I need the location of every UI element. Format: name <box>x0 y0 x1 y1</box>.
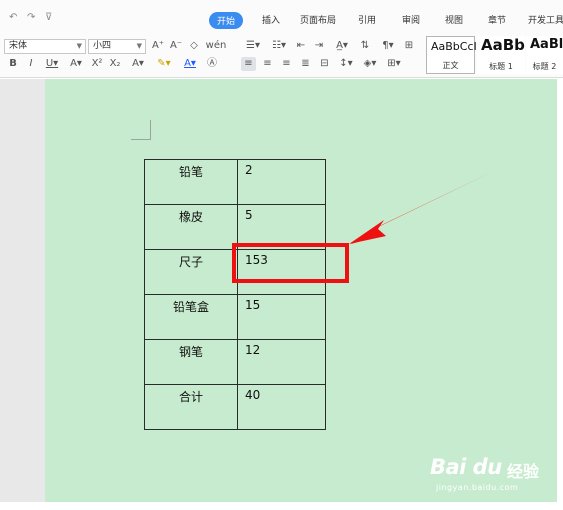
clear-format-icon[interactable]: ◇ <box>187 39 201 53</box>
table-row: 铅笔 2 <box>144 159 326 205</box>
table-cell-item[interactable]: 尺子 <box>144 249 238 295</box>
left-gutter <box>0 79 45 502</box>
tab-review[interactable]: 审阅 <box>402 13 420 26</box>
tab-developer[interactable]: 开发工具 <box>528 13 563 26</box>
table-row: 钢笔 12 <box>144 339 326 385</box>
shading-icon[interactable]: ◈▾ <box>360 57 380 71</box>
style-heading-2[interactable]: AaBl 标题 2 <box>526 36 563 74</box>
font-size-value: 小四 <box>93 41 112 51</box>
decrease-indent-icon[interactable]: ⇤ <box>294 39 308 53</box>
style-heading-1-sample: AaBb <box>481 36 525 54</box>
bullet-list-icon[interactable]: ☰▾ <box>242 39 264 53</box>
undo-icon[interactable]: ↶ <box>9 12 17 23</box>
table-row: 合计 40 <box>144 384 326 430</box>
style-normal-label: 正文 <box>442 61 459 70</box>
watermark-url: jingyan.baidu.com <box>436 483 519 492</box>
align-left-icon[interactable]: ≡ <box>241 57 256 71</box>
font-color-icon[interactable]: A▾ <box>180 57 200 71</box>
highlight-icon[interactable]: ✎▾ <box>154 57 174 71</box>
tab-home[interactable]: 开始 <box>209 12 244 29</box>
table-cell-item[interactable]: 橡皮 <box>144 204 238 250</box>
ribbon-tab-bar: ↶ ↷ ⊽ 开始 插入 页面布局 引用 审阅 视图 章节 开发工具 <box>0 0 563 34</box>
table-cell-qty[interactable]: 2 <box>237 159 326 205</box>
style-heading-1[interactable]: AaBb 标题 1 <box>477 36 525 74</box>
font-family-value: 宋体 <box>9 41 28 51</box>
ribbon-toolbar: 宋体 ▼ 小四 ▼ A⁺ A⁻ ◇ wén B I U▾ A▾ X² X₂ A▾… <box>0 34 563 78</box>
vertical-scrollbar[interactable] <box>557 79 563 502</box>
customize-quick-access-icon[interactable]: ⊽ <box>45 12 52 23</box>
redo-icon[interactable]: ↷ <box>27 12 35 23</box>
tab-insert[interactable]: 插入 <box>262 13 280 26</box>
margin-corner-mark <box>131 120 151 140</box>
watermark-logo: Bai du <box>430 455 502 479</box>
numbered-list-icon[interactable]: ☷▾ <box>268 39 290 53</box>
watermark-logo-cn: 经验 <box>507 462 540 481</box>
character-shading-icon[interactable]: Ⓐ <box>205 57 219 71</box>
font-size-select[interactable]: 小四 ▼ <box>88 39 146 54</box>
tab-sections[interactable]: 章节 <box>488 13 506 26</box>
italic-icon[interactable]: I <box>24 57 38 71</box>
style-gallery: AaBbCcI 正文 AaBb 标题 1 AaBl 标题 2 <box>426 36 563 76</box>
increase-indent-icon[interactable]: ⇥ <box>312 39 326 53</box>
table-cell-qty[interactable]: 40 <box>237 384 326 430</box>
superscript-icon[interactable]: X² <box>90 57 104 71</box>
tab-view[interactable]: 视图 <box>445 13 463 26</box>
wps-writer-window: ↶ ↷ ⊽ 开始 插入 页面布局 引用 审阅 视图 章节 开发工具 宋体 ▼ 小… <box>0 0 563 510</box>
style-heading-2-sample: AaBl <box>530 37 563 52</box>
distributed-icon[interactable]: ⊟ <box>317 57 332 71</box>
shrink-font-icon[interactable]: A⁻ <box>169 39 183 53</box>
phonetic-guide-icon[interactable]: wén <box>205 39 227 53</box>
bold-icon[interactable]: B <box>6 57 20 71</box>
align-right-icon[interactable]: ≡ <box>279 57 294 71</box>
table-cell-item[interactable]: 铅笔 <box>144 159 238 205</box>
style-heading-2-label: 标题 2 <box>532 62 557 71</box>
border-icon[interactable]: ⊞▾ <box>384 57 404 71</box>
chevron-down-icon: ▼ <box>136 42 142 50</box>
line-spacing-icon[interactable]: ↕▾ <box>336 57 356 71</box>
grow-font-icon[interactable]: A⁺ <box>151 39 165 53</box>
sort-icon[interactable]: ⇅ <box>358 39 372 53</box>
style-heading-1-label: 标题 1 <box>489 62 513 71</box>
table-cell-item[interactable]: 钢笔 <box>144 339 238 385</box>
font-family-select[interactable]: 宋体 ▼ <box>4 39 86 54</box>
text-effect-icon[interactable]: A▾ <box>128 57 148 71</box>
align-center-icon[interactable]: ≡ <box>260 57 275 71</box>
show-hide-marks-icon[interactable]: ¶▾ <box>378 39 398 53</box>
status-strip <box>0 502 563 510</box>
table-cell-item[interactable]: 铅笔盒 <box>144 294 238 340</box>
chevron-down-icon: ▼ <box>76 42 82 50</box>
highlight-box <box>232 243 349 283</box>
table-cell-item[interactable]: 合计 <box>144 384 238 430</box>
underline-icon[interactable]: U▾ <box>42 57 62 71</box>
baidu-watermark: Bai du 经验 jingyan.baidu.com <box>430 455 560 500</box>
table-row: 铅笔盒 15 <box>144 294 326 340</box>
justify-icon[interactable]: ≣ <box>298 57 313 71</box>
table-cell-qty[interactable]: 15 <box>237 294 326 340</box>
style-normal[interactable]: AaBbCcI 正文 <box>426 36 477 74</box>
style-normal-sample: AaBbCcI <box>431 40 477 53</box>
tab-page-layout[interactable]: 页面布局 <box>300 13 336 26</box>
borders-grid-icon[interactable]: ⊞ <box>402 39 416 53</box>
table-cell-qty[interactable]: 12 <box>237 339 326 385</box>
tab-references[interactable]: 引用 <box>358 13 376 26</box>
data-table: 铅笔 2 橡皮 5 尺子 153 铅笔盒 15 钢笔 12 合计 40 <box>144 159 326 430</box>
strikethrough-icon[interactable]: A▾ <box>66 57 86 71</box>
chinese-layout-icon[interactable]: A̲▾ <box>332 39 352 53</box>
subscript-icon[interactable]: X₂ <box>108 57 122 71</box>
